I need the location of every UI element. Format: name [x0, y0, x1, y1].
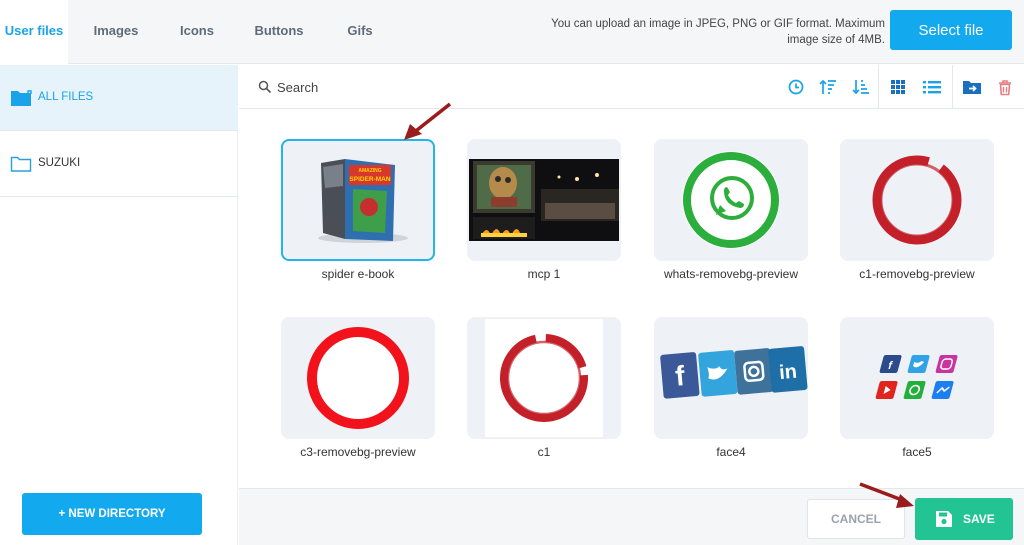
sort-descending-icon[interactable] [849, 75, 873, 99]
file-name: c1-removebg-preview [859, 267, 975, 281]
file-name: whats-removebg-preview [663, 267, 799, 281]
upload-note: You can upload an image in JPEG, PNG or … [551, 18, 885, 46]
book-cover-thumbnail: AMAZING SPIDER-MAN [318, 159, 408, 243]
top-bar: User files Images Icons Buttons Gifs You… [0, 0, 1024, 65]
book-title-line-1: AMAZING [358, 168, 381, 174]
thumbnail [467, 317, 621, 439]
file-name: mcp 1 [527, 267, 561, 281]
sort-ascending-icon[interactable] [816, 75, 840, 99]
book-title-line-2: SPIDER-MAN [349, 176, 390, 183]
tab-buttons[interactable]: Buttons [246, 0, 312, 64]
search-input[interactable] [277, 76, 577, 98]
tab-gifs[interactable]: Gifs [334, 0, 386, 64]
social-icons-thumbnail: f in [660, 346, 808, 399]
sidebar-item-suzuki[interactable]: SUZUKI [0, 131, 238, 197]
red-brush-circle-thumbnail [872, 155, 962, 245]
file-name: face5 [902, 445, 932, 459]
folder-outline-icon [10, 156, 32, 172]
floppy-disk-icon [936, 511, 952, 527]
trash-icon[interactable] [993, 75, 1017, 99]
thumbnail [281, 317, 435, 439]
tab-user-files[interactable]: User files [0, 0, 68, 65]
social-icons-thumbnail: f [875, 355, 958, 399]
select-file-button[interactable]: Select file [890, 10, 1012, 50]
file-toolbar [239, 65, 1024, 109]
new-directory-button[interactable]: + NEW DIRECTORY [22, 493, 202, 535]
toolbar-divider [878, 65, 879, 109]
svg-text:in: in [778, 361, 798, 384]
file-name: c3-removebg-preview [300, 445, 416, 459]
red-brush-circle-thumbnail [485, 319, 603, 437]
move-to-folder-icon[interactable] [960, 75, 984, 99]
file-name: c1 [537, 445, 551, 459]
sidebar-item-all-files[interactable]: ALL FILES [0, 65, 238, 131]
list-view-icon[interactable] [920, 75, 944, 99]
file-name: spider e-book [321, 267, 395, 281]
save-button-label: SAVE [963, 512, 995, 526]
file-name: face4 [716, 445, 746, 459]
clock-icon[interactable] [784, 75, 808, 99]
sidebar-item-label: ALL FILES [38, 91, 94, 103]
thumbnail [840, 139, 994, 261]
footer-bar: CANCEL SAVE [239, 488, 1024, 545]
tab-images[interactable]: Images [80, 0, 152, 64]
sidebar: ALL FILES SUZUKI + NEW DIRECTORY [0, 65, 238, 545]
thumbnail: f in [654, 317, 808, 439]
save-button[interactable]: SAVE [915, 498, 1013, 540]
grid-view-icon[interactable] [886, 75, 910, 99]
toolbar-divider [952, 65, 953, 109]
living-room-thumbnail [469, 159, 619, 241]
folder-filled-icon [11, 90, 32, 106]
thumbnail [654, 139, 808, 261]
tab-icons[interactable]: Icons [168, 0, 226, 64]
red-ring-thumbnail [307, 327, 409, 429]
thumbnail [467, 139, 621, 261]
file-grid: AMAZING SPIDER-MAN spider e-book mcp 1 w… [239, 110, 1024, 488]
search-icon [258, 80, 272, 94]
sidebar-item-label: SUZUKI [38, 157, 81, 169]
thumbnail: f [840, 317, 994, 439]
cancel-button[interactable]: CANCEL [807, 499, 905, 539]
thumbnail: AMAZING SPIDER-MAN [281, 139, 435, 261]
whatsapp-logo-thumbnail [682, 151, 780, 249]
